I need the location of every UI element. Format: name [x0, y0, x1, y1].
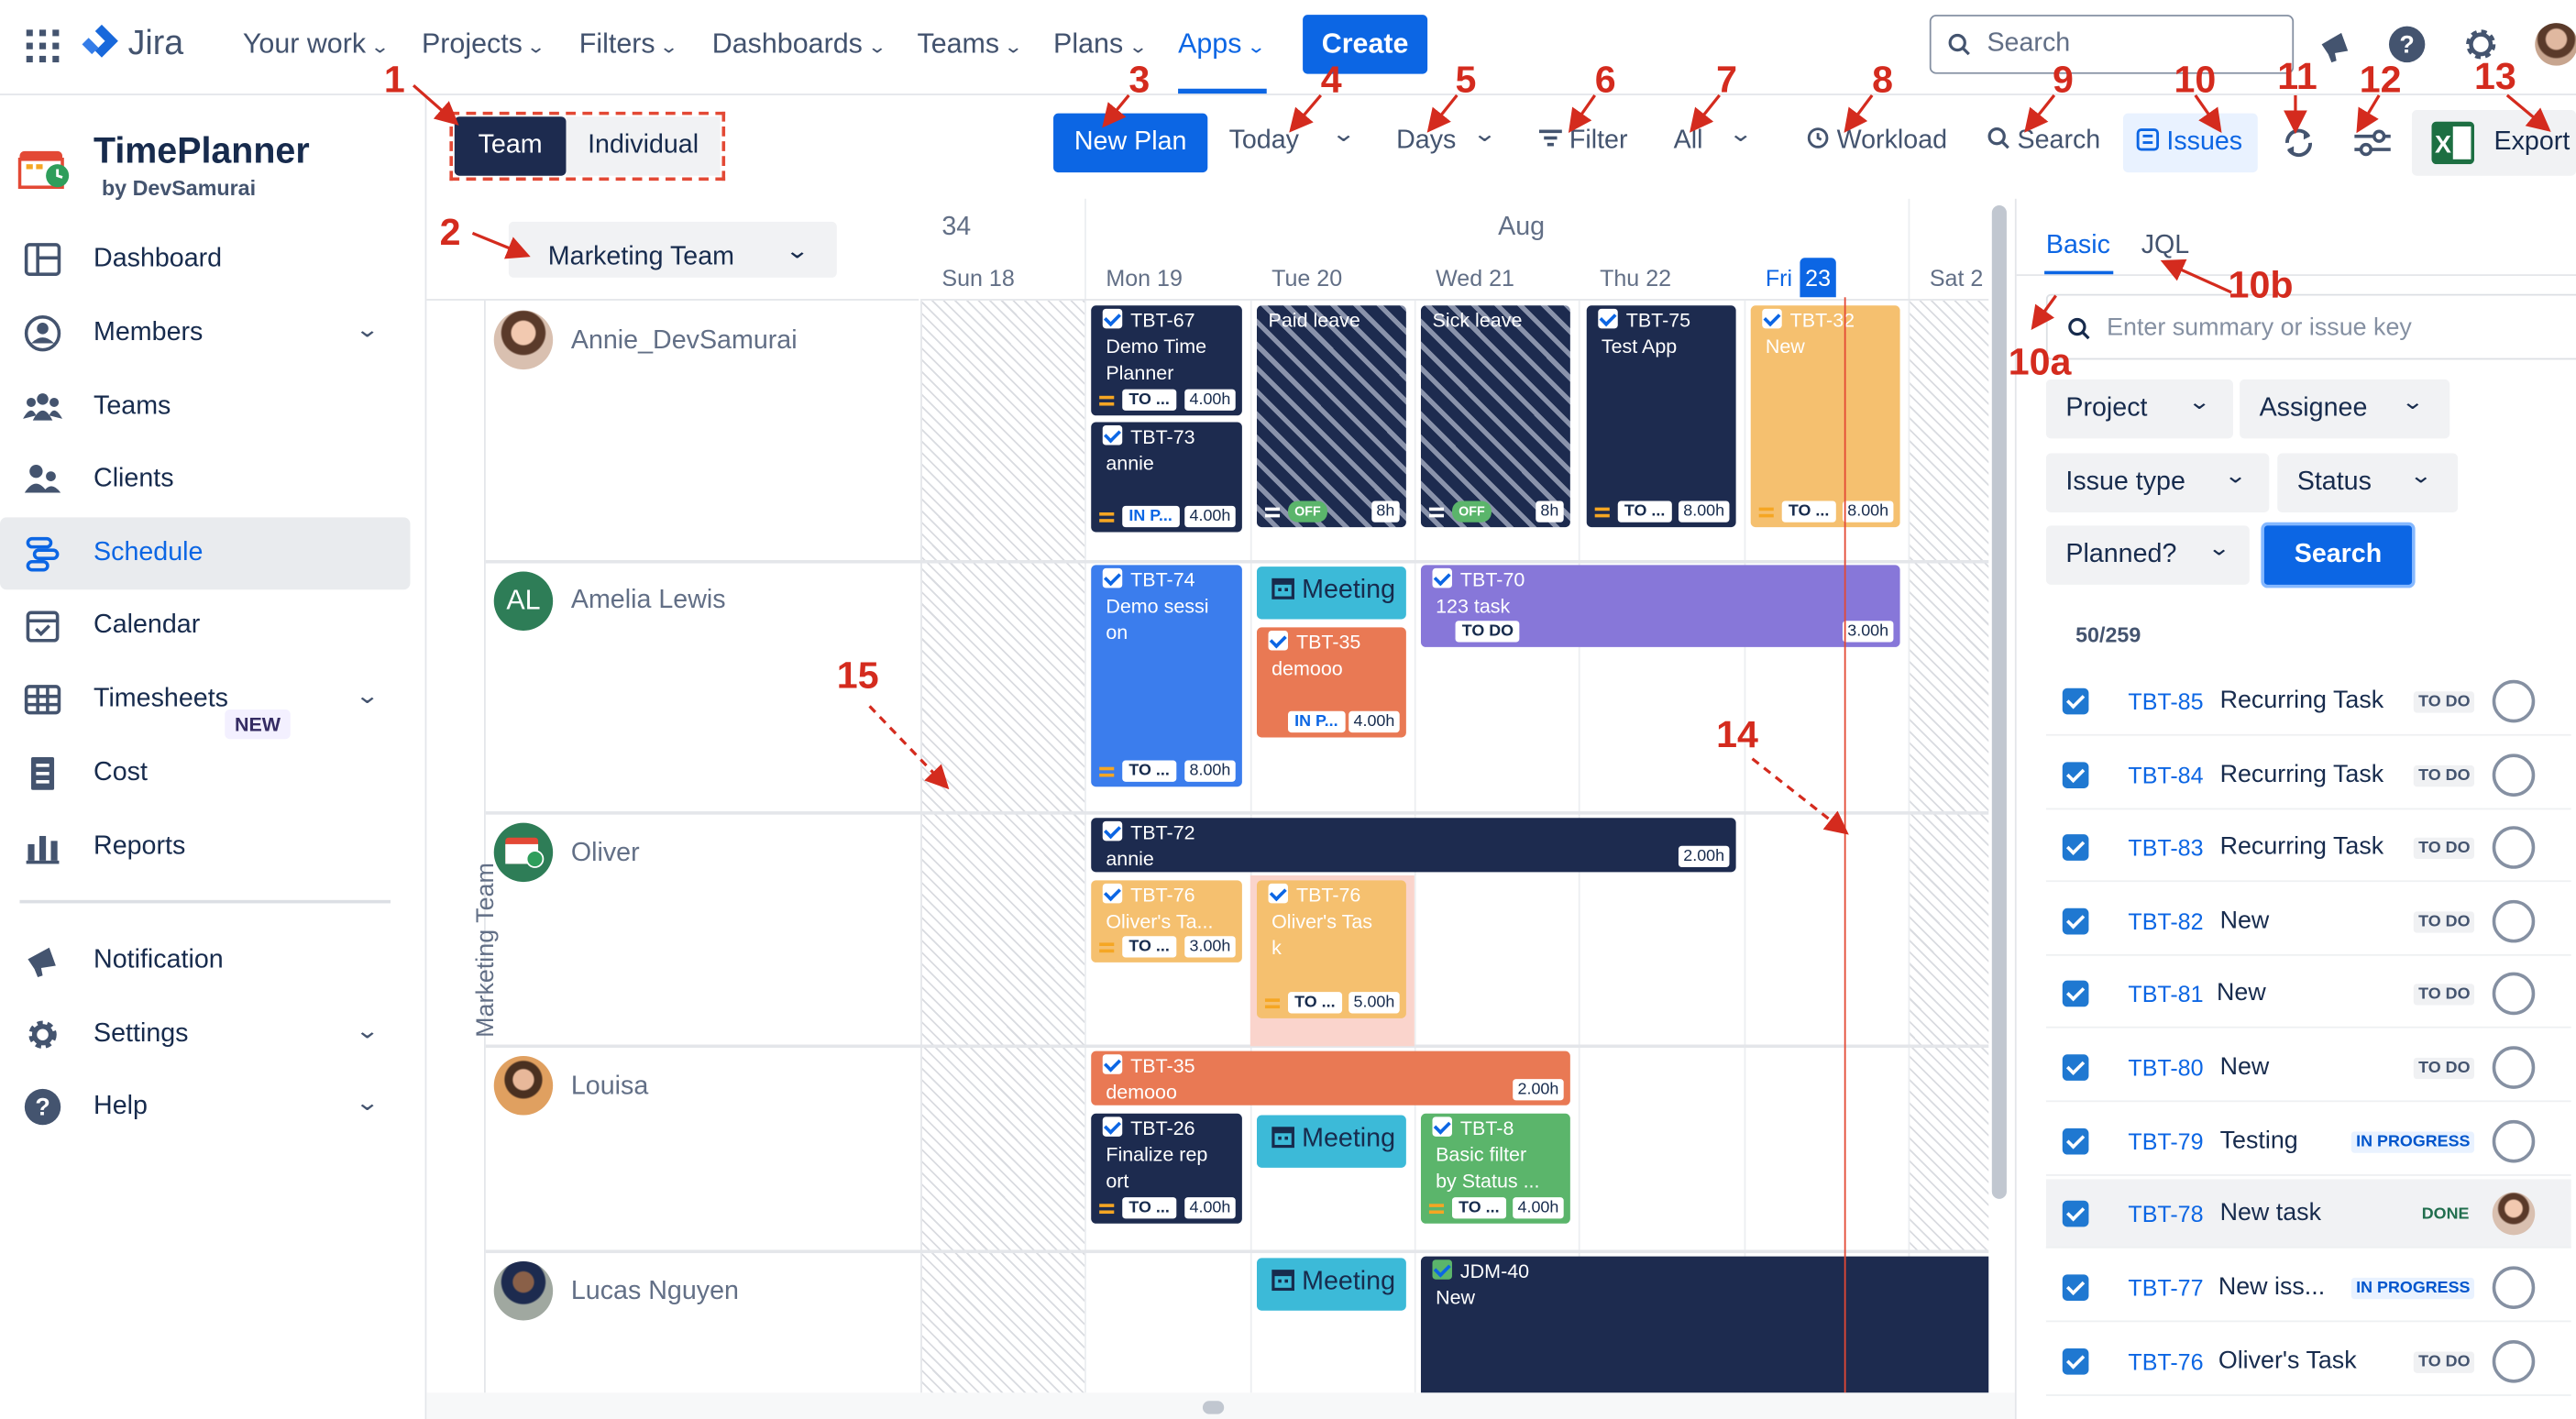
annotation-label: 10b — [2228, 262, 2294, 306]
annotation-label: 15 — [836, 654, 879, 697]
annotation-label: 7 — [1716, 57, 1738, 101]
annotation-label: 4 — [1320, 57, 1342, 101]
annotation-label: 3 — [1128, 57, 1150, 101]
annotation-label: 10a — [2008, 339, 2072, 383]
annotation-arrows — [412, 83, 2551, 835]
annotation-label: 1 — [383, 57, 405, 101]
annotation-label: 9 — [2053, 57, 2074, 101]
annotation-label: 5 — [1455, 57, 1477, 101]
annotation-label: 6 — [1594, 57, 1616, 101]
annotation-label: 12 — [2359, 57, 2402, 101]
annotation-label: 2 — [439, 210, 461, 253]
annotation-label: 11 — [2277, 54, 2317, 97]
annotation-label: 13 — [2474, 54, 2516, 97]
annotation-label: 10 — [2174, 57, 2217, 101]
annotation-label: 14 — [1716, 712, 1758, 756]
page-root: Jira Your work ⌄ Projects ⌄ Filters ⌄ Dashb… — [0, 0, 2576, 1419]
annotation-label: 8 — [1872, 57, 1894, 101]
